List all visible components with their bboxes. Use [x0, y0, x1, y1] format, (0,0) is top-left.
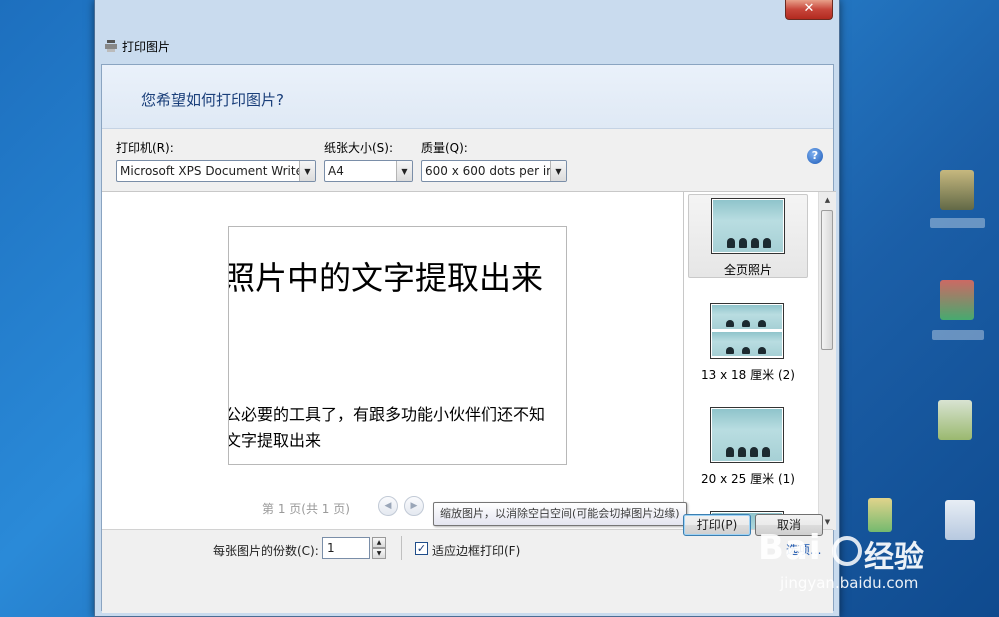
quality-select[interactable]: 600 x 600 dots per inch ▼ [421, 160, 567, 182]
copies-input[interactable]: 1 [322, 537, 370, 559]
chevron-down-icon: ▼ [396, 161, 412, 181]
printer-icon [105, 40, 117, 52]
dialog-question: 您希望如何打印图片? [141, 91, 284, 109]
watermark-brand: Bai [758, 528, 822, 568]
fit-frame-label[interactable]: 适应边框打印(F) [432, 542, 520, 559]
paw-icon [832, 536, 862, 566]
help-icon[interactable]: ? [807, 148, 823, 164]
spin-down-icon[interactable]: ▼ [372, 548, 386, 559]
layout-label: 13 x 18 厘米 (2) [701, 368, 795, 382]
copies-label: 每张图片的份数(C): [213, 544, 319, 558]
quality-value: 600 x 600 dots per inch [425, 164, 550, 178]
watermark-url: jingyan.baidu.com [780, 574, 919, 592]
preview-text-line: 公必要的工具了，有跟多功能小伙伴们还不知 [228, 405, 546, 424]
layout-thumbnail [710, 303, 784, 359]
thumbnail-image [712, 305, 782, 330]
desktop-icon-label [930, 218, 985, 228]
chevron-down-icon: ▼ [299, 161, 315, 181]
bottom-bar: 每张图片的份数(C): 1 ▲ ▼ ✓ 适应边框打印(F) 选项... [102, 529, 833, 613]
layout-option-13x18[interactable]: 13 x 18 厘米 (2) [688, 300, 808, 384]
page-indicator: 第 1 页(共 1 页) [262, 502, 350, 516]
layout-label: 20 x 25 厘米 (1) [701, 472, 795, 486]
quality-label: 质量(Q): [421, 141, 468, 155]
layout-label: 全页照片 [723, 263, 772, 277]
preview-heading: 照片中的文字提取出来 [228, 259, 544, 297]
thumbnail-image [712, 409, 782, 461]
desktop-icon[interactable] [938, 400, 972, 440]
printer-label: 打印机(R): [116, 141, 174, 155]
thumbnail-image [712, 331, 782, 356]
scrollbar-thumb[interactable] [821, 210, 833, 350]
layout-thumbnail [711, 198, 785, 254]
layout-option-full-page[interactable]: 全页照片 [688, 194, 808, 278]
printer-value: Microsoft XPS Document Writer [120, 164, 299, 178]
title-bar: 打印图片 [105, 36, 170, 56]
layout-scrollbar[interactable]: ▲ ▼ [818, 192, 836, 530]
desktop-icon[interactable] [940, 170, 974, 210]
spin-up-icon[interactable]: ▲ [372, 537, 386, 548]
thumbnail-image [713, 200, 783, 252]
paper-size-select[interactable]: A4 ▼ [324, 160, 413, 182]
header-band: 您希望如何打印图片? [102, 65, 833, 129]
layout-list: 全页照片 13 x 18 厘米 (2) 20 x 25 厘米 (1) ▲ ▼ [683, 191, 836, 530]
layout-option-20x25[interactable]: 20 x 25 厘米 (1) [688, 404, 808, 488]
next-page-button[interactable]: ▶ [404, 496, 424, 516]
baidu-jingyan-watermark: Bai 经验 jingyan.baidu.com [752, 504, 992, 594]
paper-size-label: 纸张大小(S): [324, 141, 394, 155]
scroll-up-icon[interactable]: ▲ [819, 192, 836, 208]
desktop-icon-label [932, 330, 984, 340]
desktop-icon[interactable] [940, 280, 974, 320]
fit-frame-tooltip: 缩放图片，以消除空白空间(可能会切掉图片边缘) [433, 502, 687, 526]
close-button[interactable]: ✕ [785, 0, 833, 20]
window-title: 打印图片 [122, 39, 171, 54]
printer-select[interactable]: Microsoft XPS Document Writer ▼ [116, 160, 316, 182]
paper-size-value: A4 [328, 164, 344, 178]
fit-frame-checkbox[interactable]: ✓ [415, 542, 428, 555]
layout-thumbnail [710, 407, 784, 463]
preview-text-line: 文字提取出来 [228, 431, 322, 450]
print-button[interactable]: 打印(P) [683, 514, 751, 536]
divider [401, 536, 402, 560]
print-pictures-dialog: ✕ 打印图片 您希望如何打印图片? 打印机(R): Microsoft XPS … [94, 0, 840, 617]
previous-page-button[interactable]: ◀ [378, 496, 398, 516]
chevron-down-icon: ▼ [550, 161, 566, 181]
page-preview: 照片中的文字提取出来 公必要的工具了，有跟多功能小伙伴们还不知 文字提取出来 [228, 226, 567, 465]
watermark-brand-cn: 经验 [864, 540, 924, 575]
preview-pane: 照片中的文字提取出来 公必要的工具了，有跟多功能小伙伴们还不知 文字提取出来 第… [102, 191, 683, 530]
